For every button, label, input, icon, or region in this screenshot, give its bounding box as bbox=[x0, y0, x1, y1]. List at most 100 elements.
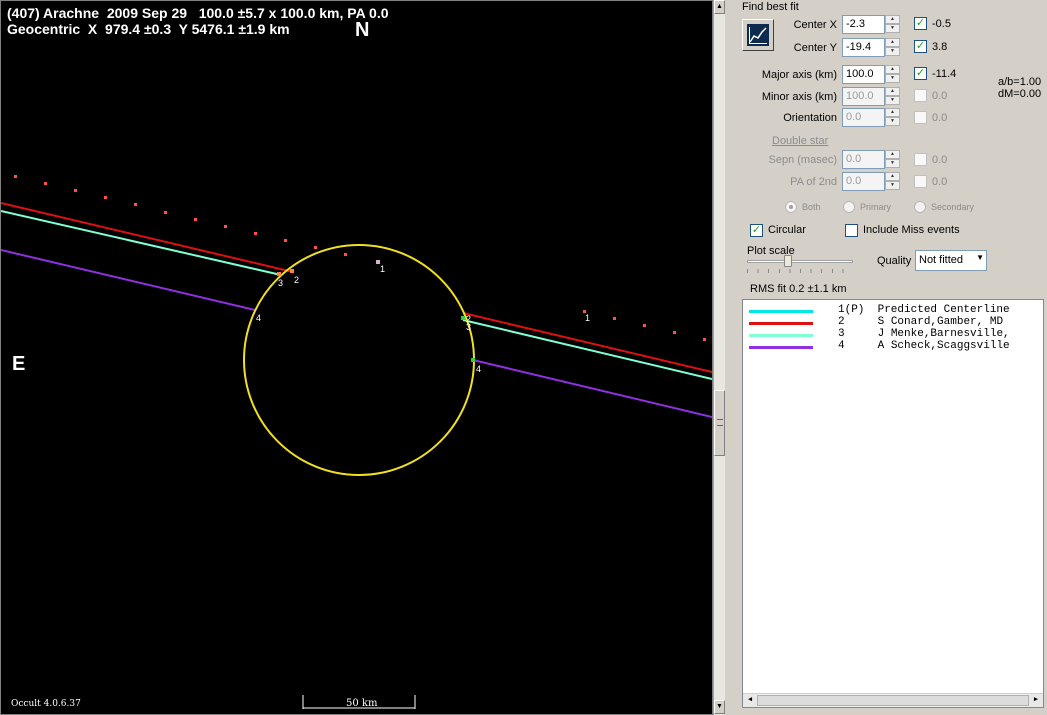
radio-both-label: Both bbox=[802, 202, 821, 212]
chord-legend-list[interactable]: 1(P) Predicted Centerline 2 S Conard,Gam… bbox=[742, 299, 1044, 708]
north-label: N bbox=[355, 19, 370, 41]
scroll-thumb[interactable] bbox=[757, 695, 1029, 706]
minor-axis-delta: 0.0 bbox=[932, 90, 948, 102]
center-x-input[interactable]: -2.3 bbox=[842, 15, 885, 34]
pa2-spinner[interactable]: ▲ ▼ bbox=[885, 172, 900, 191]
chord-label-2: 2 bbox=[294, 275, 299, 285]
chord-label-1: 1 bbox=[585, 313, 590, 323]
scroll-left-arrow-icon[interactable]: ◀ bbox=[743, 694, 757, 707]
chord-label-1: 1 bbox=[380, 264, 385, 274]
chord-3-line-right bbox=[462, 319, 712, 380]
center-x-checkbox[interactable]: ✓ bbox=[914, 17, 927, 30]
find-best-fit-label: Find best fit bbox=[742, 1, 799, 13]
spin-up-icon[interactable]: ▲ bbox=[885, 87, 900, 96]
circular-checkbox[interactable]: ✓ bbox=[750, 224, 763, 237]
legend-horizontal-scrollbar[interactable]: ◀ ▶ bbox=[743, 693, 1043, 707]
scroll-up-arrow-icon[interactable]: ▲ bbox=[714, 0, 725, 14]
spin-down-icon[interactable]: ▼ bbox=[885, 96, 900, 105]
spin-down-icon[interactable]: ▼ bbox=[885, 47, 900, 56]
plot-vertical-scrollbar[interactable]: ▲ ▼ bbox=[713, 0, 725, 715]
plot-scale-track[interactable] bbox=[747, 260, 853, 263]
orientation-spinner[interactable]: ▲ ▼ bbox=[885, 108, 900, 127]
legend-text: 3 J Menke,Barnesville, bbox=[838, 328, 1010, 340]
spin-down-icon[interactable]: ▼ bbox=[885, 74, 900, 83]
event-marker bbox=[471, 358, 475, 362]
chevron-down-icon[interactable]: ▼ bbox=[976, 253, 984, 262]
version-label: Occult 4.0.6.37 bbox=[11, 699, 81, 709]
quality-label: Quality bbox=[877, 255, 912, 267]
spin-up-icon[interactable]: ▲ bbox=[885, 108, 900, 117]
include-miss-checkbox[interactable] bbox=[845, 224, 858, 237]
minor-axis-checkbox[interactable] bbox=[914, 89, 927, 102]
spin-up-icon[interactable]: ▲ bbox=[885, 172, 900, 181]
chord-2-line-left bbox=[1, 202, 294, 273]
orientation-delta: 0.0 bbox=[932, 112, 948, 124]
chord-3-line-left bbox=[1, 210, 282, 276]
radio-secondary[interactable] bbox=[914, 201, 926, 213]
scroll-right-arrow-icon[interactable]: ▶ bbox=[1029, 694, 1043, 707]
scroll-thumb[interactable] bbox=[714, 390, 725, 456]
orientation-input[interactable]: 0.0 bbox=[842, 108, 885, 127]
include-miss-label: Include Miss events bbox=[863, 224, 960, 236]
list-item[interactable]: 3 J Menke,Barnesville, bbox=[743, 328, 1010, 342]
occultation-plot: 1 1 2 2 3 3 4 4 bbox=[1, 175, 712, 709]
chord-4-line-left bbox=[1, 249, 256, 311]
fit-panel: Find best fit Center X -2.3 ▲ ▼ ✓ -0.5 Ce… bbox=[725, 0, 1047, 715]
scroll-down-arrow-icon[interactable]: ▼ bbox=[714, 700, 725, 714]
sepn-spinner[interactable]: ▲ ▼ bbox=[885, 150, 900, 169]
event-marker bbox=[277, 272, 281, 276]
major-axis-checkbox[interactable]: ✓ bbox=[914, 67, 927, 80]
list-item[interactable]: 2 S Conard,Gamber, MD bbox=[743, 316, 1003, 330]
spin-down-icon[interactable]: ▼ bbox=[885, 159, 900, 168]
chord-label-3: 3 bbox=[278, 278, 283, 288]
sepn-checkbox[interactable] bbox=[914, 153, 927, 166]
radio-primary[interactable] bbox=[843, 201, 855, 213]
major-axis-delta: -11.4 bbox=[932, 68, 957, 80]
plot-scale-ticks bbox=[747, 269, 853, 273]
center-y-delta: 3.8 bbox=[932, 41, 948, 53]
plot-scale-slider[interactable] bbox=[784, 255, 792, 267]
major-axis-spinner[interactable]: ▲ ▼ bbox=[885, 65, 900, 84]
spin-up-icon[interactable]: ▲ bbox=[885, 65, 900, 74]
plot-canvas[interactable]: 1 1 2 2 3 3 4 4 (407) Arachne 2009 Sep 2… bbox=[0, 0, 713, 715]
center-y-spinner[interactable]: ▲ ▼ bbox=[885, 38, 900, 57]
center-y-input[interactable]: -19.4 bbox=[842, 38, 885, 57]
east-label: E bbox=[12, 353, 26, 375]
radio-both[interactable] bbox=[785, 201, 797, 213]
minor-axis-input[interactable]: 100.0 bbox=[842, 87, 885, 106]
legend-text: 4 A Scheck,Scaggsville bbox=[838, 340, 1010, 352]
legend-text: 2 S Conard,Gamber, MD bbox=[838, 316, 1004, 328]
minor-axis-spinner[interactable]: ▲ ▼ bbox=[885, 87, 900, 106]
center-y-checkbox[interactable]: ✓ bbox=[914, 40, 927, 53]
spin-down-icon[interactable]: ▼ bbox=[885, 181, 900, 190]
center-x-label: Center X bbox=[793, 19, 837, 31]
orientation-label: Orientation bbox=[783, 112, 837, 124]
major-axis-label: Major axis (km) bbox=[761, 69, 837, 81]
chord-4-line-right bbox=[472, 359, 712, 418]
chord-label-4: 4 bbox=[476, 364, 481, 374]
grip-icon bbox=[717, 419, 723, 426]
minor-axis-label: Minor axis (km) bbox=[761, 91, 837, 103]
spin-up-icon[interactable]: ▲ bbox=[885, 38, 900, 47]
center-x-spinner[interactable]: ▲ ▼ bbox=[885, 15, 900, 34]
north-limit-dots bbox=[14, 175, 347, 256]
radio-secondary-label: Secondary bbox=[931, 202, 975, 212]
major-axis-input[interactable]: 100.0 bbox=[842, 65, 885, 84]
list-item[interactable]: 4 A Scheck,Scaggsville bbox=[743, 340, 1010, 354]
center-x-delta: -0.5 bbox=[932, 18, 951, 30]
pa2-checkbox[interactable] bbox=[914, 175, 927, 188]
spin-down-icon[interactable]: ▼ bbox=[885, 117, 900, 126]
spin-down-icon[interactable]: ▼ bbox=[885, 24, 900, 33]
orientation-checkbox[interactable] bbox=[914, 111, 927, 124]
sepn-input[interactable]: 0.0 bbox=[842, 150, 885, 169]
ab-ratio: a/b=1.00 bbox=[998, 76, 1042, 88]
pa2-input[interactable]: 0.0 bbox=[842, 172, 885, 191]
plot-title: (407) Arachne 2009 Sep 29 100.0 ±5.7 x 1… bbox=[7, 5, 389, 21]
quality-dropdown[interactable]: Not fitted ▼ bbox=[915, 250, 987, 271]
spin-up-icon[interactable]: ▲ bbox=[885, 150, 900, 159]
legend-swatch bbox=[749, 322, 813, 325]
pa2-label: PA of 2nd bbox=[790, 176, 837, 188]
list-item[interactable]: 1(P) Predicted Centerline bbox=[743, 304, 1010, 318]
event-marker bbox=[461, 316, 465, 320]
spin-up-icon[interactable]: ▲ bbox=[885, 15, 900, 24]
